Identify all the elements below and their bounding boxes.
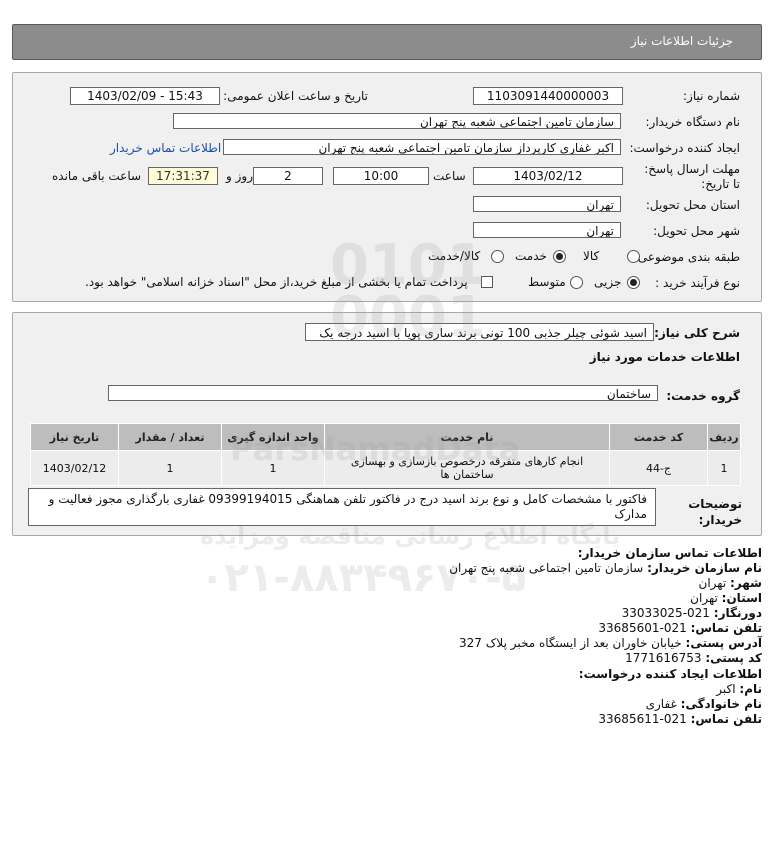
announce-label: تاریخ و ساعت اعلان عمومی: — [223, 89, 368, 103]
process-option-minor: جزیی — [594, 275, 622, 289]
family-label: نام خانوادگی: — [680, 697, 762, 711]
services-table: ردیف کد خدمت نام خدمت واحد اندازه گیری ت… — [30, 423, 741, 486]
category-option-service: خدمت — [515, 249, 547, 263]
province-label: استان محل تحویل: — [645, 198, 740, 212]
city-label: شهر محل تحویل: — [653, 224, 740, 238]
summary-label: شرح کلی نیاز: — [654, 326, 740, 340]
remaining-time-field: 17:31:37 — [148, 167, 218, 185]
category-radio-goods[interactable] — [627, 250, 640, 263]
phone-label: تلفن تماس: — [690, 621, 762, 635]
contact-province-value: تهران — [690, 591, 718, 605]
col-header-unit: واحد اندازه گیری — [221, 423, 325, 451]
cell-row-number: 1 — [707, 450, 741, 486]
contact-city-value: تهران — [698, 576, 727, 590]
name-label: نام: — [739, 682, 762, 696]
col-header-row-number: ردیف — [707, 423, 741, 451]
province-field: تهران — [473, 196, 621, 212]
category-radio-service[interactable] — [553, 250, 566, 263]
contact-info-link[interactable]: اطلاعات تماس خریدار — [110, 141, 221, 155]
page-title: جزئیات اطلاعات نیاز — [630, 34, 733, 48]
services-heading: اطلاعات خدمات مورد نیاز — [589, 350, 740, 364]
org-value: سازمان تامین اجتماعی شعبه پنج تهران — [449, 561, 644, 575]
table-header-row: ردیف کد خدمت نام خدمت واحد اندازه گیری ت… — [30, 423, 741, 451]
address-line: آدرس پستی: خیابان خاوران بعد از ایستگاه … — [459, 636, 762, 650]
category-label: طبقه بندی موضوعی: — [633, 250, 740, 264]
remaining-label: ساعت باقی مانده — [52, 169, 142, 183]
creator-phone-value: 021-33685611 — [598, 712, 687, 726]
contact-city-label: شهر: — [730, 576, 762, 590]
payment-note: پرداخت تمام یا بخشی از مبلغ خرید،از محل … — [85, 275, 468, 289]
summary-field: اسید شوئی چیلر جذبی 100 تونی برند ساری پ… — [305, 323, 654, 341]
process-option-medium: متوسط — [528, 275, 566, 289]
fax-value: 021-33033025 — [621, 606, 710, 620]
creator-phone-label: تلفن تماس: — [690, 712, 762, 726]
buyer-org-line: نام سازمان خریدار: سازمان تامین اجتماعی … — [449, 561, 762, 575]
category-option-goods-service: کالا/خدمت — [428, 249, 481, 263]
process-radio-minor[interactable] — [627, 276, 640, 289]
creator-phone-line: تلفن تماس: 021-33685611 — [598, 712, 762, 726]
province-line: استان: تهران — [690, 591, 762, 605]
creator-field: اکبر غفاری کارپرداز سازمان تامین اجتماعی… — [223, 139, 621, 155]
deadline-time-field: 10:00 — [333, 167, 429, 185]
fax-label: دورنگار: — [713, 606, 762, 620]
deadline-label: مهلت ارسال پاسخ: تا تاریخ: — [644, 162, 740, 191]
col-header-quantity: تعداد / مقدار — [118, 423, 222, 451]
col-header-need-date: تاریخ نیاز — [30, 423, 119, 451]
days-field: 2 — [253, 167, 323, 185]
city-field: تهران — [473, 222, 621, 238]
deadline-date-field: 1403/02/12 — [473, 167, 623, 185]
cell-unit: 1 — [221, 450, 325, 486]
address-label: آدرس پستی: — [685, 636, 762, 650]
postal-line: کد پستی: 1771616753 — [625, 651, 762, 665]
time-label: ساعت — [433, 169, 466, 183]
org-label: نام سازمان خریدار: — [647, 561, 762, 575]
buyer-org-field: سازمان تامین اجتماعی شعبه پنج تهران — [173, 113, 621, 129]
buyer-notes-field: فاکتور با مشخصات کامل و نوع برند اسید در… — [28, 488, 656, 526]
cell-quantity: 1 — [118, 450, 222, 486]
creator-label: ایجاد کننده درخواست: — [629, 141, 740, 155]
name-value: اکبر — [716, 682, 736, 696]
col-header-service-code: کد خدمت — [609, 423, 708, 451]
service-group-label: گروه خدمت: — [666, 389, 740, 403]
process-label: نوع فرآیند خرید : — [655, 276, 740, 290]
name-line: نام: اکبر — [716, 682, 762, 696]
category-option-goods: کالا — [583, 249, 600, 263]
page-header: جزئیات اطلاعات نیاز — [12, 24, 762, 60]
phone-line: تلفن تماس: 021-33685601 — [598, 621, 762, 635]
need-number-label: شماره نیاز: — [683, 89, 740, 103]
announce-field: 1403/02/09 - 15:43 — [70, 87, 220, 105]
cell-service-name: انجام کارهای متفرقه درخصوص بازسازی و بهس… — [324, 450, 610, 486]
postal-value: 1771616753 — [625, 651, 702, 665]
contact-province-label: استان: — [721, 591, 762, 605]
family-line: نام خانوادگی: غفاری — [646, 697, 762, 711]
cell-need-date: 1403/02/12 — [30, 450, 119, 486]
postal-label: کد پستی: — [705, 651, 762, 665]
need-number-field: 1103091440000003 — [473, 87, 623, 105]
days-label: روز و — [226, 169, 253, 183]
phone-value: 021-33685601 — [598, 621, 687, 635]
creator-contact-heading: اطلاعات ایجاد کننده درخواست: — [578, 667, 762, 681]
category-radio-goods-service[interactable] — [491, 250, 504, 263]
cell-service-code: ج-44 — [609, 450, 708, 486]
city-line: شهر: تهران — [699, 576, 762, 590]
service-group-field: ساختمان — [108, 385, 658, 401]
fax-line: دورنگار: 021-33033025 — [622, 606, 762, 620]
col-header-service-name: نام خدمت — [324, 423, 610, 451]
buyer-contact-heading: اطلاعات تماس سازمان خریدار: — [577, 546, 762, 560]
process-radio-medium[interactable] — [570, 276, 583, 289]
table-row: 1 ج-44 انجام کارهای متفرقه درخصوص بازساز… — [30, 450, 741, 486]
buyer-org-label: نام دستگاه خریدار: — [645, 115, 741, 129]
address-value: خیابان خاوران بعد از ایستگاه مخبر پلاک 3… — [458, 636, 682, 650]
buyer-notes-label: توضیحات خریدار: — [688, 497, 742, 527]
family-value: غفاری — [645, 697, 677, 711]
payment-checkbox[interactable] — [481, 276, 493, 288]
